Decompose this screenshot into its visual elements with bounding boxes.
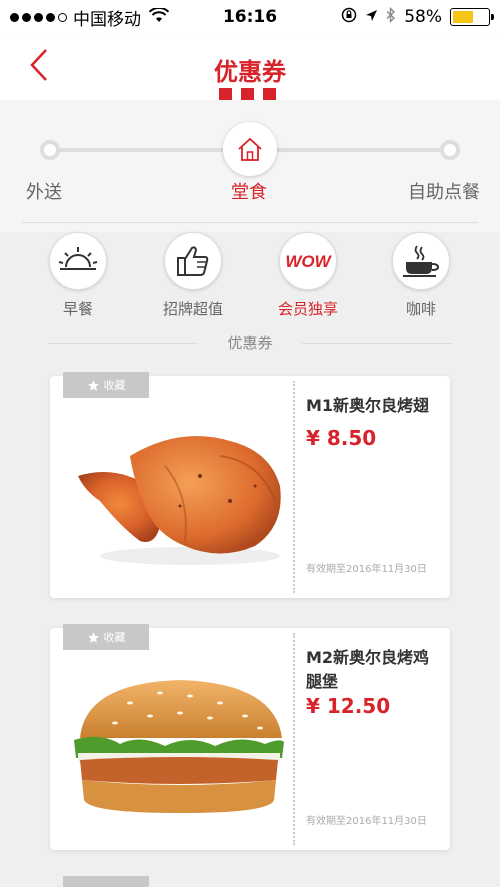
divider xyxy=(22,222,478,223)
category-label: 早餐 xyxy=(62,300,93,318)
wow-text: WOW xyxy=(285,252,332,271)
category-member-exclusive[interactable]: WOW 会员独享 xyxy=(258,232,358,319)
mode-self-order[interactable]: 自助点餐 xyxy=(408,178,480,204)
coffee-cup-icon xyxy=(392,232,450,290)
coupon-name: M1新奥尔良烤翅 xyxy=(306,396,430,415)
location-icon xyxy=(365,7,378,27)
category-signature-value[interactable]: 招牌超值 xyxy=(143,232,243,319)
rotation-lock-icon xyxy=(341,7,357,28)
category-label: 会员独享 xyxy=(277,300,338,318)
coupon-price: ¥ 8.50 xyxy=(306,426,377,450)
perforation-line xyxy=(293,633,295,845)
nav-bar: 优惠券 xyxy=(0,34,500,100)
coupon-name: M2新奥尔良烤鸡腿堡 xyxy=(306,648,430,691)
favorite-button[interactable]: 收藏 xyxy=(63,372,149,398)
mode-knob-dine-in[interactable] xyxy=(223,122,277,176)
section-header: 优惠券 xyxy=(48,332,452,356)
page-title: 优惠券 xyxy=(214,58,286,86)
carrier-name: 中国移动 xyxy=(73,9,141,30)
coupon-card[interactable]: 收藏 M1新奥尔良烤翅 ¥ 8.50 有效期至2016年11月30日 xyxy=(50,372,450,598)
category-label: 咖啡 xyxy=(405,300,436,318)
favorite-button[interactable]: 收藏 xyxy=(63,624,149,650)
chicken-wings-image xyxy=(70,406,285,576)
coupon-validity: 有效期至2016年11月30日 xyxy=(306,816,427,827)
perforation-line xyxy=(293,381,295,593)
next-coupon-peek xyxy=(63,876,149,887)
burger-image xyxy=(70,658,285,828)
wow-icon: WOW xyxy=(279,232,337,290)
bluetooth-icon xyxy=(386,6,396,28)
battery-icon xyxy=(450,8,494,26)
coupon-validity: 有效期至2016年11月30日 xyxy=(306,564,427,575)
wifi-icon xyxy=(148,6,170,27)
category-coffee[interactable]: 咖啡 xyxy=(371,232,471,319)
sunrise-icon xyxy=(49,232,107,290)
star-icon xyxy=(87,631,99,643)
signal-strength-icon xyxy=(10,12,67,22)
mode-dine-in[interactable]: 堂食 xyxy=(231,178,267,204)
brand-stripes xyxy=(219,88,276,100)
category-label: 招牌超值 xyxy=(162,300,223,318)
coupon-price: ¥ 12.50 xyxy=(306,694,391,718)
favorite-label: 收藏 xyxy=(103,631,126,644)
status-bar: 中国移动 16:16 58% xyxy=(0,0,500,34)
home-icon xyxy=(238,137,262,161)
mode-dot-self-order[interactable] xyxy=(440,140,460,160)
dining-mode-selector: 外送 堂食 自助点餐 xyxy=(0,100,500,232)
coupon-card[interactable]: 收藏 M2新奥尔良烤鸡腿堡 ¥ 12.50 有效期至2016年11月30日 xyxy=(50,624,450,850)
category-bar: 早餐 招牌超值 WOW 会员独享 咖啡 xyxy=(0,232,500,328)
favorite-label: 收藏 xyxy=(103,379,126,392)
thumbs-up-icon xyxy=(164,232,222,290)
category-breakfast[interactable]: 早餐 xyxy=(28,232,128,319)
battery-percent: 58% xyxy=(404,7,442,27)
mode-delivery[interactable]: 外送 xyxy=(26,178,62,204)
mode-dot-delivery[interactable] xyxy=(40,140,60,160)
star-icon xyxy=(87,379,99,391)
